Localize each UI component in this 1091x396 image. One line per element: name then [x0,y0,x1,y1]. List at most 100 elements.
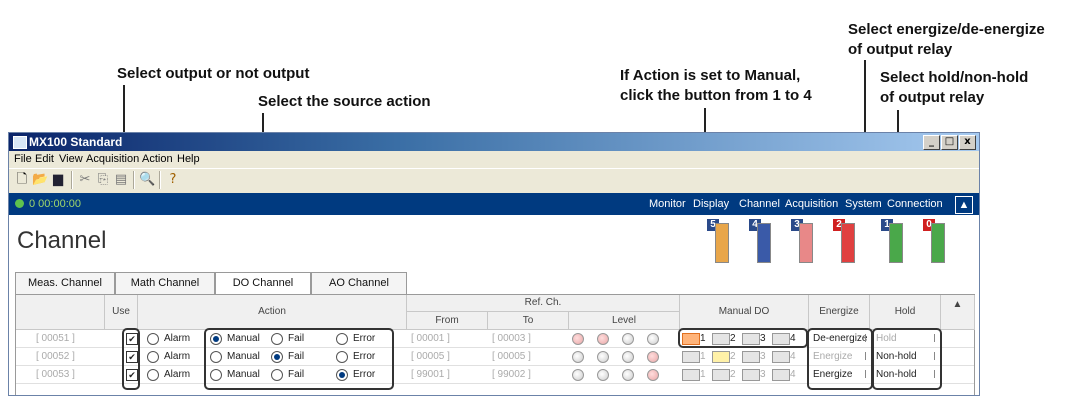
menu-bar: File Edit View Acquisition Action Help [9,151,979,168]
action-alarm-radio[interactable] [147,351,159,363]
ref-from[interactable]: [ 00005 ] [411,348,450,365]
module-1[interactable]: 1 [881,219,907,267]
level-lamp-icon[interactable] [622,351,634,363]
nav-connection[interactable]: Connection [887,193,943,215]
tab-meas-channel[interactable]: Meas. Channel [15,272,115,294]
highlight-hold-column [872,328,942,390]
callout-source-action: Select the source action [258,93,431,110]
close-button[interactable]: x [959,135,976,150]
manual-do-button-1[interactable] [682,351,700,363]
content-area: Channel 5 4 3 2 1 0 Meas. Channel Math C… [9,215,979,395]
module-5[interactable]: 5 [707,219,733,267]
minimize-button[interactable]: _ [923,135,940,150]
manual-do-button-2[interactable] [712,369,730,381]
module-body [715,223,729,263]
manual-do-button-3[interactable] [742,369,760,381]
highlight-energize-column [807,328,873,390]
ref-to[interactable]: [ 00005 ] [492,348,531,365]
tab-ao-channel[interactable]: AO Channel [311,272,407,294]
ref-from[interactable]: [ 00001 ] [411,330,450,347]
header-from: From [407,312,488,330]
header-use: Use [105,295,138,330]
menu-view[interactable]: View [59,151,83,168]
sort-arrow-icon[interactable]: ▲ [941,295,975,330]
ref-from[interactable]: [ 99001 ] [411,366,450,383]
action-alarm-label: Alarm [164,369,191,380]
header-energize: Energize [809,295,870,330]
level-lamp-icon[interactable] [647,369,659,381]
header-hold: Hold [870,295,941,330]
manual-do-button-4[interactable] [772,369,790,381]
menu-acquisition[interactable]: Acquisition [86,151,139,168]
ref-to[interactable]: [ 99002 ] [492,366,531,383]
copy-icon[interactable]: ⎘ [95,172,111,188]
level-lamp-icon[interactable] [572,369,584,381]
nav-display[interactable]: Display [693,193,729,215]
module-2[interactable]: 2 [833,219,859,267]
maximize-button[interactable]: □ [941,135,958,150]
new-icon[interactable]: 🗋 [14,172,30,188]
channel-number: [ 00051 ] [36,333,75,344]
channel-number: [ 00052 ] [36,351,75,362]
clock-text: 0 00:00:00 [29,198,81,210]
nav-system[interactable]: System [845,193,882,215]
level-lamp-icon[interactable] [597,369,609,381]
level-lamp-icon[interactable] [572,351,584,363]
app-window: MX100 Standard _ □ x File Edit View Acqu… [8,132,980,396]
manual-do-button-3[interactable] [742,351,760,363]
menu-help[interactable]: Help [177,151,200,168]
nav-acquisition[interactable]: Acquisition [785,193,838,215]
channel-number: [ 00053 ] [36,369,75,380]
up-arrow-icon[interactable]: ▲ [955,196,973,214]
header-action: Action [138,295,407,330]
manual-do-button-1[interactable] [682,369,700,381]
manual-do-label: 1 [700,351,706,362]
manual-do-label: 2 [730,351,736,362]
do-channel-table: Use Action Ref. Ch. From To Level Manual… [15,294,975,395]
callout-energize: Select energize/de-energize of output re… [848,21,1045,58]
manual-do-button-4[interactable] [772,351,790,363]
menu-edit[interactable]: Edit [35,151,54,168]
zoom-icon[interactable]: 🔍 [139,172,155,188]
toolbar-separator [133,171,135,189]
header-ref-ch: Ref. Ch. [407,295,680,312]
level-lamp-icon[interactable] [622,369,634,381]
level-lamp-icon[interactable] [622,333,634,345]
menu-file[interactable]: File [14,151,32,168]
module-4[interactable]: 4 [749,219,775,267]
tab-math-channel[interactable]: Math Channel [115,272,215,294]
module-body [799,223,813,263]
help-icon[interactable]: ? [165,172,181,188]
header-channel [16,295,105,330]
level-lamp-icon[interactable] [597,351,609,363]
level-lamp-icon[interactable] [572,333,584,345]
open-icon[interactable]: 📂 [32,172,48,188]
action-alarm-radio[interactable] [147,333,159,345]
level-lamp-icon[interactable] [647,351,659,363]
module-3[interactable]: 3 [791,219,817,267]
action-alarm-radio[interactable] [147,369,159,381]
nav-channel[interactable]: Channel [739,193,780,215]
nav-monitor[interactable]: Monitor [649,193,686,215]
header-level: Level [569,312,680,330]
module-0[interactable]: 0 [923,219,949,267]
window-title: MX100 Standard [29,135,123,149]
manual-do-label: 4 [790,369,796,380]
level-lamp-icon[interactable] [597,333,609,345]
menu-action[interactable]: Action [142,151,173,168]
title-bar: MX100 Standard _ □ x [9,133,979,151]
manual-do-button-2[interactable] [712,351,730,363]
manual-do-label: 3 [760,351,766,362]
status-clock: 0 00:00:00 [15,193,81,215]
tab-do-channel[interactable]: DO Channel [215,272,311,295]
page-title: Channel [17,227,107,254]
ref-to[interactable]: [ 00003 ] [492,330,531,347]
toolbar-separator [159,171,161,189]
level-lamp-icon[interactable] [647,333,659,345]
callout-output: Select output or not output [117,65,310,82]
manual-do-label: 4 [790,351,796,362]
app-icon [13,136,27,149]
paste-icon[interactable]: ▤ [113,172,129,188]
save-icon[interactable]: ▆ [50,172,66,188]
cut-icon[interactable]: ✂ [77,172,93,188]
